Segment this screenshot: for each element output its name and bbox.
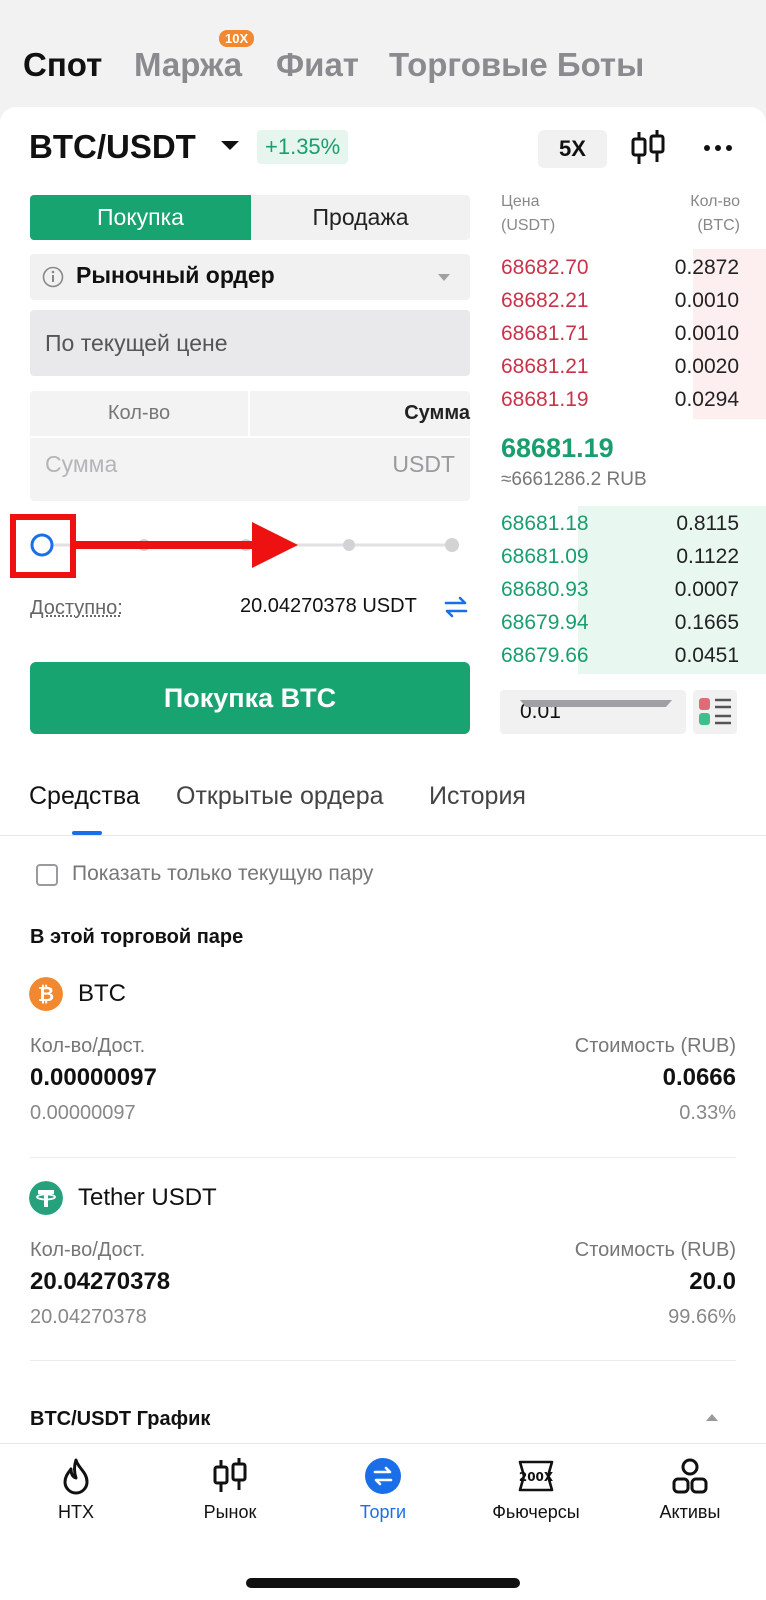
buy-tab[interactable]: Покупка: [30, 195, 251, 240]
pair-title[interactable]: BTC/USDT: [29, 128, 196, 166]
asset-value: 20.0: [689, 1268, 736, 1295]
tab-fiat[interactable]: Фиат: [276, 46, 359, 84]
bottom-nav: HTX Рынок Торги 200X Фьючерсы Активы: [0, 1443, 766, 1600]
change-badge: +1.35%: [257, 130, 349, 164]
order-type-label: Рыночный ордер: [76, 262, 275, 288]
info-icon[interactable]: [42, 266, 64, 288]
depth-select[interactable]: 0.01: [500, 690, 686, 734]
qty-label: Кол-во/Дост.: [30, 1035, 146, 1057]
trade-icon: [365, 1458, 401, 1494]
qty-label: Кол-во/Дост.: [30, 1239, 146, 1261]
nav-htx[interactable]: HTX: [16, 1456, 136, 1523]
btc-icon: ₿: [29, 977, 63, 1011]
available-label[interactable]: Доступно:: [30, 597, 123, 620]
qty-header: Кол-во (BTC): [690, 193, 740, 234]
order-type-select[interactable]: Рыночный ордер: [30, 254, 470, 300]
pair-caret-icon[interactable]: [221, 141, 239, 150]
buy-btc-button[interactable]: Покупка BTC: [30, 662, 470, 734]
buy-sell-toggle: Покупка Продажа: [30, 195, 470, 240]
asset-available: 20.04270378: [30, 1306, 147, 1328]
bid-row[interactable]: 68681.09 0.1122: [494, 541, 764, 574]
active-tab-indicator: [72, 831, 102, 835]
annotation-arrow-icon: [76, 522, 298, 568]
tab-funds[interactable]: Средства: [29, 782, 140, 811]
bid-row[interactable]: 68679.94 0.1665: [494, 607, 764, 640]
ask-row[interactable]: 68682.21 0.0010: [494, 285, 764, 318]
available-value: 20.04270378 USDT: [240, 595, 417, 617]
tab-bots[interactable]: Торговые Боты: [389, 46, 644, 84]
bid-row[interactable]: 68679.66 0.0451: [494, 640, 764, 673]
svg-text:₿: ₿: [38, 982, 54, 1006]
asset-value: 0.0666: [662, 1064, 736, 1091]
nav-trade[interactable]: Торги: [323, 1456, 443, 1523]
assets-icon: [672, 1458, 708, 1494]
swap-icon[interactable]: [443, 594, 469, 620]
futures-icon: 200X: [518, 1460, 554, 1492]
price-placeholder: По текущей цене: [45, 330, 228, 356]
asset-available: 0.00000097: [30, 1102, 136, 1124]
chevron-up-icon[interactable]: [706, 1414, 718, 1421]
asset-share: 99.66%: [668, 1306, 736, 1328]
section-title: В этой торговой паре: [30, 926, 244, 948]
last-price[interactable]: 68681.19: [501, 433, 614, 464]
sub-tabs: Средства Открытые ордера История: [0, 776, 766, 836]
price-header: Цена (USDT): [501, 193, 556, 234]
chevron-down-icon: [438, 274, 450, 281]
value-label: Стоимость (RUB): [574, 1035, 736, 1057]
amount-input[interactable]: Сумма: [45, 451, 117, 478]
nav-futures[interactable]: 200X Фьючерсы: [476, 1456, 596, 1523]
nav-market[interactable]: Рынок: [170, 1456, 290, 1523]
qty-tab[interactable]: Кол-во: [30, 391, 248, 436]
value-label: Стоимость (RUB): [574, 1239, 736, 1261]
bid-row[interactable]: 68680.93 0.0007: [494, 574, 764, 607]
amount-box: Кол-во Сумма Сумма USDT: [30, 391, 470, 501]
book-layout-icon[interactable]: [693, 690, 737, 734]
divider: [30, 1360, 736, 1361]
ask-row[interactable]: 68681.19 0.0294: [494, 384, 764, 417]
margin-badge: 10X: [219, 30, 255, 47]
asset-name: BTC: [78, 980, 126, 1007]
divider: [30, 436, 470, 438]
asset-share: 0.33%: [679, 1102, 736, 1124]
sell-tab[interactable]: Продажа: [251, 195, 470, 240]
tab-open-orders[interactable]: Открытые ордера: [176, 782, 384, 811]
price-field: По текущей цене: [30, 310, 470, 376]
more-icon[interactable]: [700, 134, 736, 162]
asset-name: Tether USDT: [78, 1184, 217, 1211]
annotation-box: [10, 514, 76, 578]
sum-tab[interactable]: Сумма: [250, 391, 470, 436]
home-indicator: [246, 1578, 520, 1588]
amount-unit: USDT: [392, 451, 455, 477]
candles-icon: [213, 1458, 247, 1492]
asset-qty: 20.04270378: [30, 1268, 171, 1295]
chevron-down-icon: [520, 700, 672, 707]
current-pair-checkbox[interactable]: [36, 864, 58, 886]
chart-section-title[interactable]: BTC/USDT График: [30, 1408, 210, 1431]
flame-icon: [63, 1458, 89, 1495]
usdt-icon: [29, 1181, 63, 1215]
last-price-rub: ≈6661286.2 RUB: [501, 469, 647, 490]
checkbox-label[interactable]: Показать только текущую пару: [72, 862, 373, 886]
divider: [30, 1157, 736, 1158]
kline-icon[interactable]: [628, 128, 668, 168]
ask-row[interactable]: 68682.70 0.2872: [494, 252, 764, 285]
tab-history[interactable]: История: [429, 782, 526, 811]
tab-margin[interactable]: Маржа: [134, 46, 242, 84]
svg-text:200X: 200X: [519, 1470, 554, 1484]
top-tabs: Спот Маржа 10X Фиат Торговые Боты: [0, 0, 766, 110]
leverage-button[interactable]: 5X: [538, 130, 607, 168]
bid-row[interactable]: 68681.18 0.8115: [494, 508, 764, 541]
tab-spot[interactable]: Спот: [23, 46, 102, 84]
asset-qty: 0.00000097: [30, 1064, 157, 1091]
ask-row[interactable]: 68681.71 0.0010: [494, 318, 764, 351]
ask-row[interactable]: 68681.21 0.0020: [494, 351, 764, 384]
nav-assets[interactable]: Активы: [630, 1456, 750, 1523]
